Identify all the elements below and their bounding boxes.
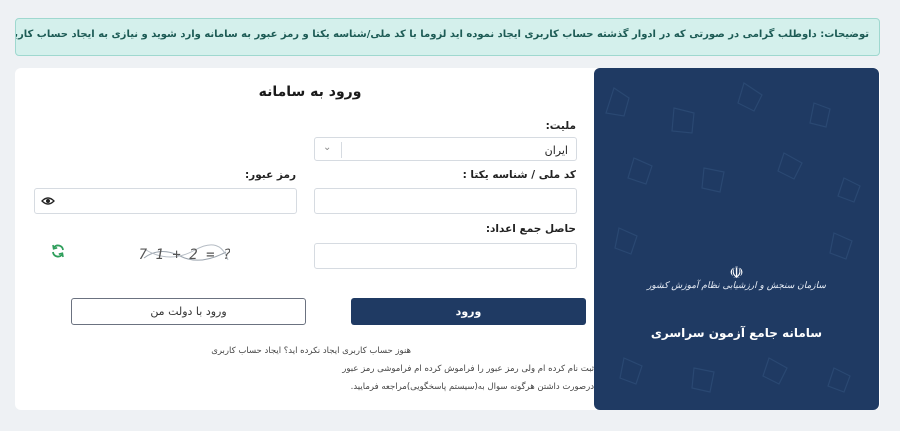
select-divider <box>341 142 342 158</box>
help-support[interactable]: درصورت داشتن هرگونه سوال به(سیستم پاسخگو… <box>351 382 594 392</box>
login-with-dolat-man-button[interactable]: ورود با دولت من <box>71 298 306 325</box>
help-forgot-password: ثبت نام کرده ام ولی رمز عبور را فراموش ک… <box>342 364 594 374</box>
chevron-down-icon: ⌄ <box>323 142 332 153</box>
nationality-label: ملیت: <box>545 120 576 132</box>
nationality-value: ایران <box>544 144 568 157</box>
captcha-label: حاصل جمع اعداد: <box>485 223 576 235</box>
iran-emblem-icon: ☫ <box>729 263 744 282</box>
help-create-account: هنوز حساب کاربری ایجاد نکرده اید؟ ایجاد … <box>211 346 411 356</box>
national-id-label: کد ملی / شناسه یکتا : <box>462 169 576 181</box>
brand-panel: ☫ سازمان سنجش و ارزشیابی نظام آموزش کشور… <box>594 68 879 410</box>
forgot-password-link[interactable]: فراموشی رمز عبور <box>342 364 411 374</box>
help-forgot-password-text: ثبت نام کرده ام ولی رمز عبور را فراموش ک… <box>414 364 594 374</box>
notice-text: توضیحات: داوطلب گرامی در صورتی که در ادو… <box>16 29 869 40</box>
help-create-account-text: هنوز حساب کاربری ایجاد نکرده اید؟ <box>283 346 411 356</box>
create-account-link[interactable]: ایجاد حساب کاربری <box>211 346 281 356</box>
brand-title: سامانه جامع آزمون سراسری <box>650 326 823 340</box>
nationality-select[interactable]: ایران ⌄ <box>314 137 577 161</box>
form-title: ورود به سامانه <box>258 84 362 100</box>
national-id-input[interactable] <box>314 188 577 214</box>
eye-icon[interactable] <box>41 195 55 207</box>
captcha-text: 7 1 + 2 = ? <box>140 247 230 263</box>
brand-pattern <box>605 82 861 393</box>
notice-banner: توضیحات: داوطلب گرامی در صورتی که در ادو… <box>15 18 880 56</box>
login-button[interactable]: ورود <box>351 298 586 325</box>
captcha-image: 7 1 + 2 = ? <box>140 244 230 263</box>
password-label: رمز عبور: <box>244 169 296 181</box>
refresh-icon[interactable] <box>50 243 66 259</box>
password-input[interactable] <box>34 188 297 214</box>
brand-org-name: سازمان سنجش و ارزشیابی نظام آموزش کشور <box>647 281 826 291</box>
captcha-input[interactable] <box>314 243 577 269</box>
